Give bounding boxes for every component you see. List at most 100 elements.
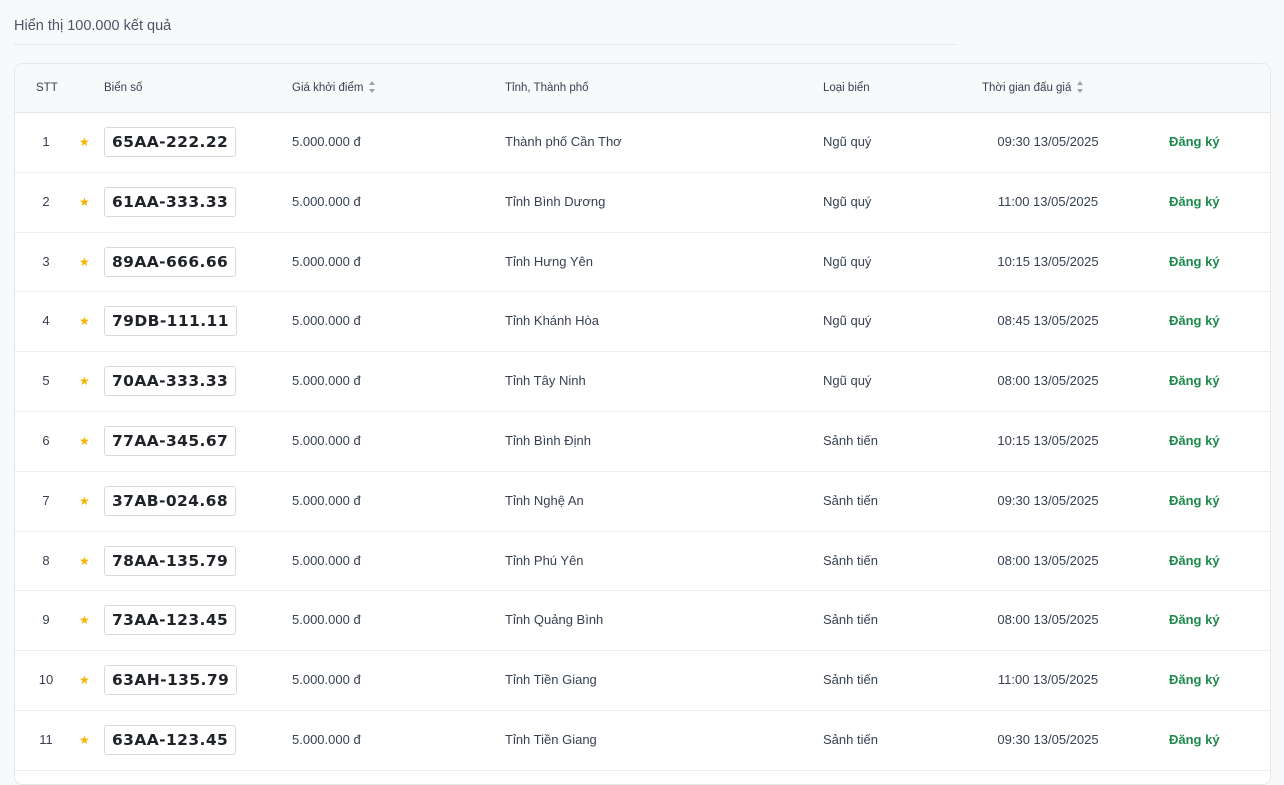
row-stt: 9 [42, 612, 50, 628]
row-time: 11:00 13/05/2025 [997, 672, 1099, 688]
register-link[interactable]: Đăng ký [1169, 352, 1220, 410]
table-row[interactable]: 1 5.000.000 đ Thành phố Cần Thơ Ngũ quý 09:3… [15, 113, 1270, 173]
row-stt: 6 [42, 432, 50, 448]
row-type: Ngũ quý [823, 193, 872, 209]
row-time: 09:30 13/05/2025 [997, 492, 1099, 508]
table-row[interactable]: 4 5.000.000 đ Tỉnh Khánh Hòa Ngũ quý 08:45 1… [15, 292, 1270, 353]
star-icon[interactable]: ★ [79, 591, 93, 649]
table-row[interactable]: 11 5.000.000 đ Tỉnh Tiền Giang Sảnh tiến 09:… [15, 711, 1270, 771]
header-time[interactable]: Thời gian đấu giá [982, 64, 1084, 112]
row-province: Tỉnh Bình Định [505, 432, 591, 448]
table-row[interactable]: 6 5.000.000 đ Tỉnh Bình Định Sảnh tiến 10:15… [15, 412, 1270, 472]
table-row[interactable]: 9 5.000.000 đ Tỉnh Quảng Bình Sảnh tiến 08:0… [15, 591, 1270, 652]
row-time: 09:30 13/05/2025 [997, 731, 1099, 747]
license-plate: 78AA-135.79 [104, 545, 237, 576]
header-price-label: Giá khởi điểm [292, 82, 364, 94]
row-stt: 10 [38, 672, 54, 688]
register-link[interactable]: Đăng ký [1169, 113, 1220, 171]
star-icon[interactable]: ★ [79, 173, 93, 231]
row-price: 5.000.000 đ [292, 552, 361, 568]
row-time: 08:00 13/05/2025 [997, 552, 1099, 568]
row-province: Tỉnh Phú Yên [505, 552, 584, 568]
table-row[interactable]: 3 5.000.000 đ Tỉnh Hưng Yên Ngũ quý 10:15 13… [15, 233, 1270, 293]
table-row[interactable]: 8 5.000.000 đ Tỉnh Phú Yên Sảnh tiến 08:00 1… [15, 532, 1270, 592]
row-stt: 3 [42, 253, 50, 269]
row-time: 08:00 13/05/2025 [997, 373, 1099, 389]
sort-icon[interactable] [1077, 80, 1084, 93]
plates-table: STT Biển số Giá khởi điểm Tỉnh, Thành ph… [14, 63, 1271, 785]
header-time-label: Thời gian đấu giá [982, 82, 1072, 94]
register-link[interactable]: Đăng ký [1169, 472, 1220, 530]
row-time: 08:00 13/05/2025 [997, 612, 1099, 628]
star-icon[interactable]: ★ [79, 711, 93, 769]
row-price: 5.000.000 đ [292, 134, 361, 149]
license-plate: 63AA-123.45 [104, 724, 237, 755]
row-province: Thành phố Cần Thơ [505, 134, 622, 149]
row-stt: 11 [39, 731, 53, 747]
row-province: Tỉnh Bình Dương [505, 193, 606, 209]
row-time: 08:45 13/05/2025 [997, 313, 1099, 329]
row-type: Sảnh tiến [823, 432, 878, 448]
star-icon[interactable]: ★ [79, 113, 93, 171]
table-row[interactable]: 2 5.000.000 đ Tỉnh Bình Dương Ngũ quý 11:00 … [15, 173, 1270, 233]
register-link[interactable]: Đăng ký [1169, 292, 1220, 350]
register-link[interactable]: Đăng ký [1169, 651, 1220, 709]
table-header: STT Biển số Giá khởi điểm Tỉnh, Thành ph… [15, 64, 1270, 113]
row-price: 5.000.000 đ [292, 492, 361, 508]
license-plate: 73AA-123.45 [104, 605, 237, 636]
result-count: Hiển thị 100.000 kết quả [14, 0, 956, 45]
star-icon[interactable]: ★ [79, 651, 93, 709]
row-price: 5.000.000 đ [292, 373, 361, 389]
row-time: 10:15 13/05/2025 [997, 253, 1099, 269]
row-price: 5.000.000 đ [292, 731, 361, 747]
star-icon[interactable]: ★ [79, 352, 93, 410]
register-link[interactable]: Đăng ký [1169, 233, 1220, 291]
header-stt: STT [36, 82, 58, 94]
row-stt: 5 [42, 373, 50, 389]
row-price: 5.000.000 đ [292, 313, 361, 329]
row-province: Tỉnh Tiền Giang [505, 731, 597, 747]
sort-icon[interactable] [369, 80, 376, 93]
license-plate: 65AA-222.22 [104, 127, 237, 157]
license-plate: 89AA-666.66 [104, 246, 237, 277]
row-price: 5.000.000 đ [292, 612, 361, 628]
row-type: Ngũ quý [823, 373, 872, 389]
row-province: Tỉnh Quảng Bình [505, 612, 604, 628]
license-plate: 79DB-111.11 [104, 306, 237, 337]
row-province: Tỉnh Khánh Hòa [505, 313, 599, 329]
row-price: 5.000.000 đ [292, 672, 361, 688]
header-type: Loại biển [823, 82, 870, 94]
row-stt: 7 [42, 492, 50, 508]
star-icon[interactable]: ★ [79, 412, 93, 470]
register-link[interactable]: Đăng ký [1169, 711, 1220, 769]
row-type: Sảnh tiến [823, 492, 878, 508]
star-icon[interactable]: ★ [79, 233, 93, 291]
header-price[interactable]: Giá khởi điểm [292, 64, 376, 112]
row-province: Tỉnh Tiền Giang [505, 672, 597, 688]
row-price: 5.000.000 đ [292, 432, 361, 448]
row-time: 10:15 13/05/2025 [997, 432, 1099, 448]
row-type: Sảnh tiến [823, 612, 878, 628]
register-link[interactable]: Đăng ký [1169, 591, 1220, 649]
register-link[interactable]: Đăng ký [1169, 173, 1220, 231]
header-province: Tỉnh, Thành phố [505, 82, 589, 94]
license-plate: 61AA-333.33 [104, 186, 237, 217]
register-link[interactable]: Đăng ký [1169, 532, 1220, 590]
row-stt: 8 [42, 552, 50, 568]
license-plate: 77AA-345.67 [104, 425, 237, 456]
star-icon[interactable]: ★ [79, 472, 93, 530]
star-icon[interactable]: ★ [79, 292, 93, 350]
register-link[interactable]: Đăng ký [1169, 412, 1220, 470]
row-time: 11:00 13/05/2025 [997, 193, 1099, 209]
license-plate: 63AH-135.79 [104, 665, 238, 696]
star-icon[interactable]: ★ [79, 532, 93, 590]
table-row[interactable]: 10 5.000.000 đ Tỉnh Tiền Giang Sảnh tiến 11:… [15, 651, 1270, 711]
row-price: 5.000.000 đ [292, 253, 361, 269]
row-type: Ngũ quý [823, 134, 872, 149]
license-plate: 70AA-333.33 [104, 366, 237, 397]
table-row[interactable]: 5 5.000.000 đ Tỉnh Tây Ninh Ngũ quý 08:00 13… [15, 352, 1270, 412]
header-plate: Biển số [104, 82, 143, 94]
table-row[interactable]: 7 5.000.000 đ Tỉnh Nghệ An Sảnh tiến 09:30 1… [15, 472, 1270, 532]
table-body: 1 5.000.000 đ Thành phố Cần Thơ Ngũ quý 09:3… [15, 113, 1270, 771]
row-stt: 4 [42, 313, 50, 329]
